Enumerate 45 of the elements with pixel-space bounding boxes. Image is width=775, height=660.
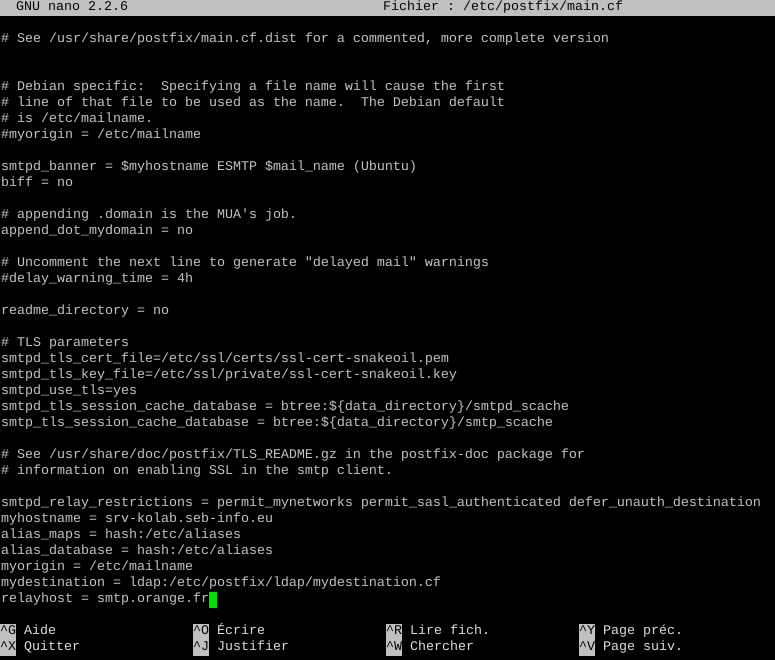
shortcut-label: Page préc. [603, 624, 683, 640]
shortcut-key[interactable]: ^V [579, 640, 595, 656]
code-line: myhostname = srv-kolab.seb-info.eu [1, 512, 273, 528]
code-line: # Debian specific: Specifying a file name will cause the first [1, 80, 505, 96]
code-line: smtpd_use_tls=yes [1, 384, 137, 400]
code-line: # information on enabling SSL in the smtp client. [1, 464, 393, 480]
code-line: # See /usr/share/postfix/main.cf.dist for a commented, more complete version [1, 32, 609, 48]
code-line: # is /etc/mailname. [1, 112, 153, 128]
code-line: smtpd_tls_cert_file=/etc/ssl/certs/ssl-cert-snakeoil.pem [1, 352, 449, 368]
code-line: #delay_warning_time = 4h [1, 272, 193, 288]
shortcut-key[interactable]: ^J [193, 640, 209, 656]
code-line: smtpd_tls_key_file=/etc/ssl/private/ssl-cert-snakeoil.key [1, 368, 457, 384]
code-line: # appending .domain is the MUA's job. [1, 208, 297, 224]
shortcut-label: Quitter [24, 640, 80, 656]
shortcut-label: Chercher [410, 640, 474, 656]
shortcut-label: Écrire [217, 624, 265, 640]
code-line: alias_database = hash:/etc/aliases [1, 544, 273, 560]
app-version: GNU nano 2.2.6 [16, 0, 129, 16]
shortcut-key[interactable]: ^Y [579, 624, 595, 640]
shortcut-key[interactable]: ^W [386, 640, 402, 656]
code-line: smtpd_tls_session_cache_database = btree:${data_directory}/smtpd_scache [1, 400, 569, 416]
code-line: smtp_tls_session_cache_database = btree:${data_directory}/smtp_scache [1, 416, 553, 432]
code-line: readme_directory = no [1, 304, 169, 320]
shortcut-key[interactable]: ^G [0, 624, 16, 640]
shortcut-key[interactable]: ^R [386, 624, 402, 640]
code-line: # See /usr/share/doc/postfix/TLS_README.gz in the postfix-doc package for [1, 448, 585, 464]
code-line: smtpd_banner = $myhostname ESMTP $mail_name (Ubuntu) [1, 160, 417, 176]
code-line: # TLS parameters [1, 336, 129, 352]
shortcut-label: Justifier [217, 640, 289, 656]
code-line: relayhost = smtp.orange.fr [1, 592, 209, 608]
code-line: alias_maps = hash:/etc/aliases [1, 528, 241, 544]
code-line: # Uncomment the next line to generate "delayed mail" warnings [1, 256, 489, 272]
code-line: smtpd_relay_restrictions = permit_mynetworks permit_sasl_authenticated defer_unauth_destination [1, 496, 761, 512]
file-name: Fichier : /etc/postfix/main.cf [383, 0, 623, 16]
shortcut-key[interactable]: ^O [193, 624, 209, 640]
code-line: mydestination = ldap:/etc/postfix/ldap/mydestination.cf [1, 576, 441, 592]
code-line: # line of that file to be used as the name. The Debian default [1, 96, 505, 112]
shortcut-key[interactable]: ^X [0, 640, 16, 656]
code-line: append_dot_mydomain = no [1, 224, 193, 240]
code-line: #myorigin = /etc/mailname [1, 128, 201, 144]
shortcut-label: Lire fich. [410, 624, 490, 640]
code-line: myorigin = /etc/mailname [1, 560, 193, 576]
code-line: biff = no [1, 176, 73, 192]
shortcut-label: Page suiv. [603, 640, 683, 656]
shortcut-label: Aide [24, 624, 56, 640]
